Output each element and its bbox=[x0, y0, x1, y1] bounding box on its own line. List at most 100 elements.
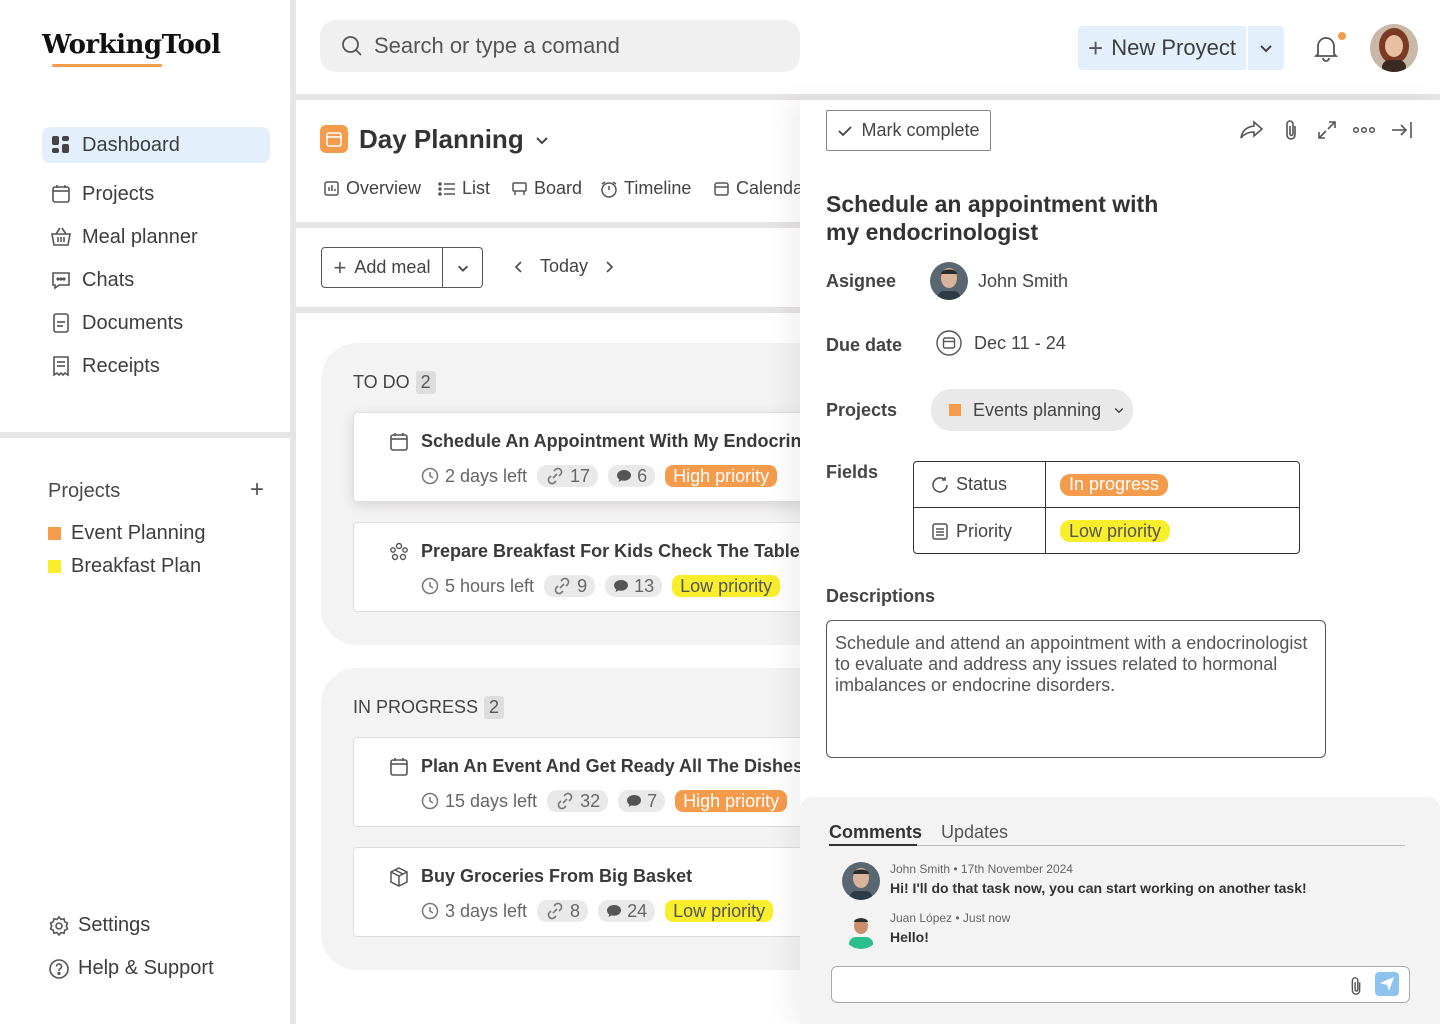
sidebar-item-receipts[interactable]: Receipts bbox=[42, 348, 270, 384]
tab-board[interactable]: Board bbox=[511, 178, 582, 199]
chevron-down-icon bbox=[456, 261, 470, 275]
links-count: 32 bbox=[547, 790, 609, 812]
comment-meta: John Smith • 17th November 2024 bbox=[890, 862, 1073, 876]
search-bar[interactable]: Search or type a comand bbox=[320, 20, 800, 72]
chevron-right-icon[interactable] bbox=[602, 260, 616, 274]
settings-link[interactable]: Settings bbox=[48, 914, 150, 937]
project-color-dot bbox=[48, 527, 61, 540]
package-icon bbox=[388, 866, 410, 888]
tab-label: Timeline bbox=[624, 178, 692, 198]
priority-badge: Low priority bbox=[1060, 520, 1171, 542]
due-date-field[interactable]: Dec 11 - 24 bbox=[936, 330, 1066, 356]
logo-underline bbox=[52, 64, 162, 67]
app-logo[interactable]: WorkingTool bbox=[42, 30, 221, 60]
tab-label: List bbox=[462, 178, 491, 198]
new-project-button[interactable]: + New Proyect bbox=[1078, 26, 1246, 70]
sidebar-item-dashboard[interactable]: Dashboard bbox=[42, 127, 270, 163]
comments-count: 7 bbox=[618, 790, 666, 812]
project-color-dot bbox=[949, 404, 961, 416]
sidebar-item-chats[interactable]: Chats bbox=[42, 262, 270, 298]
assignee-name: John Smith bbox=[978, 270, 1069, 291]
project-select[interactable]: Events planning bbox=[931, 389, 1133, 431]
gear-icon bbox=[48, 915, 70, 937]
description-textarea[interactable]: Schedule and attend an appointment with … bbox=[826, 620, 1326, 758]
mark-complete-button[interactable]: Mark complete bbox=[826, 110, 991, 151]
tab-updates[interactable]: Updates bbox=[941, 822, 1008, 843]
time-left: 3 days left bbox=[421, 901, 527, 922]
priority-badge: Low priority bbox=[665, 900, 774, 922]
share-icon[interactable] bbox=[1238, 118, 1266, 142]
more-options-icon[interactable] bbox=[1352, 119, 1376, 141]
page-title[interactable]: Day Planning bbox=[359, 124, 550, 155]
tab-label: Overview bbox=[346, 178, 422, 198]
time-left: 15 days left bbox=[421, 791, 537, 812]
page-calendar-icon bbox=[320, 125, 348, 153]
attachment-icon[interactable] bbox=[1346, 975, 1366, 997]
tab-list[interactable]: List bbox=[438, 178, 490, 199]
task-card[interactable]: Schedule An Appointment With My Endocrin… bbox=[353, 412, 861, 502]
help-icon bbox=[48, 958, 70, 980]
priority-badge: High priority bbox=[675, 790, 788, 812]
status-label: Status bbox=[956, 474, 1008, 494]
project-value: Events planning bbox=[973, 399, 1102, 420]
task-title[interactable]: Schedule an appointment with my endocrin… bbox=[826, 190, 1186, 246]
project-item-event-planning[interactable]: Event Planning bbox=[48, 522, 206, 545]
comments-count-text: 7 bbox=[647, 790, 658, 811]
add-project-icon[interactable]: + bbox=[250, 478, 270, 502]
projects-label: Projects bbox=[826, 400, 898, 420]
expand-icon[interactable] bbox=[1316, 119, 1338, 141]
project-item-breakfast-plan[interactable]: Breakfast Plan bbox=[48, 555, 201, 578]
link-icon bbox=[545, 901, 565, 921]
projects-heading: Projects bbox=[48, 480, 121, 502]
priority-cell-value[interactable]: Low priority bbox=[1046, 508, 1299, 554]
priority-icon bbox=[930, 521, 950, 541]
send-icon bbox=[1379, 976, 1395, 992]
comments-count-text: 13 bbox=[634, 575, 655, 596]
today-button[interactable]: Today bbox=[540, 256, 588, 277]
close-panel-icon[interactable] bbox=[1390, 119, 1414, 141]
sidebar-item-documents[interactable]: Documents bbox=[42, 305, 270, 341]
project-color-dot bbox=[48, 560, 61, 573]
time-left-text: 15 days left bbox=[445, 790, 538, 811]
chat-icon bbox=[50, 269, 72, 291]
sidebar-divider bbox=[290, 0, 296, 1024]
tab-comments[interactable]: Comments bbox=[829, 822, 922, 843]
comment-item: Juan López • Just now Hello! bbox=[842, 911, 1010, 949]
chevron-left-icon[interactable] bbox=[512, 260, 526, 274]
avatar bbox=[842, 911, 880, 949]
tab-timeline[interactable]: Timeline bbox=[600, 178, 691, 199]
task-card[interactable]: Plan An Event And Get Ready All The Dish… bbox=[353, 737, 832, 827]
comment-input[interactable] bbox=[831, 966, 1410, 1003]
task-card[interactable]: Prepare Breakfast For Kids Check The Tab… bbox=[353, 522, 823, 612]
search-input[interactable]: Search or type a comand bbox=[374, 33, 620, 59]
tab-label: Board bbox=[534, 178, 583, 198]
sidebar-item-projects[interactable]: Projects bbox=[42, 176, 270, 212]
date-navigator: Today bbox=[512, 256, 616, 277]
links-count: 9 bbox=[544, 575, 596, 597]
tab-calendar[interactable]: Calendar bbox=[713, 178, 801, 199]
priority-cell-label: Priority bbox=[914, 508, 1046, 554]
sidebar-item-meal-planner[interactable]: Meal planner bbox=[42, 219, 270, 255]
card-meta: 15 days left 32 7 High priority bbox=[421, 790, 788, 812]
descriptions-label: Descriptions bbox=[826, 586, 936, 606]
assignee-field[interactable]: John Smith bbox=[930, 262, 1068, 300]
user-avatar[interactable] bbox=[1370, 24, 1418, 72]
help-support-link[interactable]: Help & Support bbox=[48, 957, 214, 980]
toolbar-divider bbox=[296, 307, 806, 313]
add-meal-dropdown-button[interactable] bbox=[443, 247, 483, 288]
attachment-icon[interactable] bbox=[1280, 118, 1302, 142]
new-project-dropdown-button[interactable] bbox=[1248, 26, 1284, 70]
column-title: IN PROGRESS bbox=[353, 697, 479, 717]
add-meal-button[interactable]: + Add meal bbox=[321, 247, 443, 288]
priority-badge: High priority bbox=[665, 465, 778, 487]
fields-label: Fields bbox=[826, 462, 879, 482]
status-cell-value[interactable]: In progress bbox=[1046, 462, 1299, 507]
tab-overview[interactable]: Overview bbox=[323, 178, 421, 199]
send-button[interactable] bbox=[1375, 972, 1399, 996]
overview-icon bbox=[323, 180, 340, 197]
card-meta: 2 days left 17 6 High priority bbox=[421, 465, 778, 487]
task-card[interactable]: Buy Groceries From Big Basket 3 days lef… bbox=[353, 847, 823, 937]
time-left-text: 5 hours left bbox=[445, 575, 535, 596]
card-title: Prepare Breakfast For Kids Check The Tab… bbox=[421, 541, 806, 561]
calendar-icon bbox=[713, 180, 730, 197]
